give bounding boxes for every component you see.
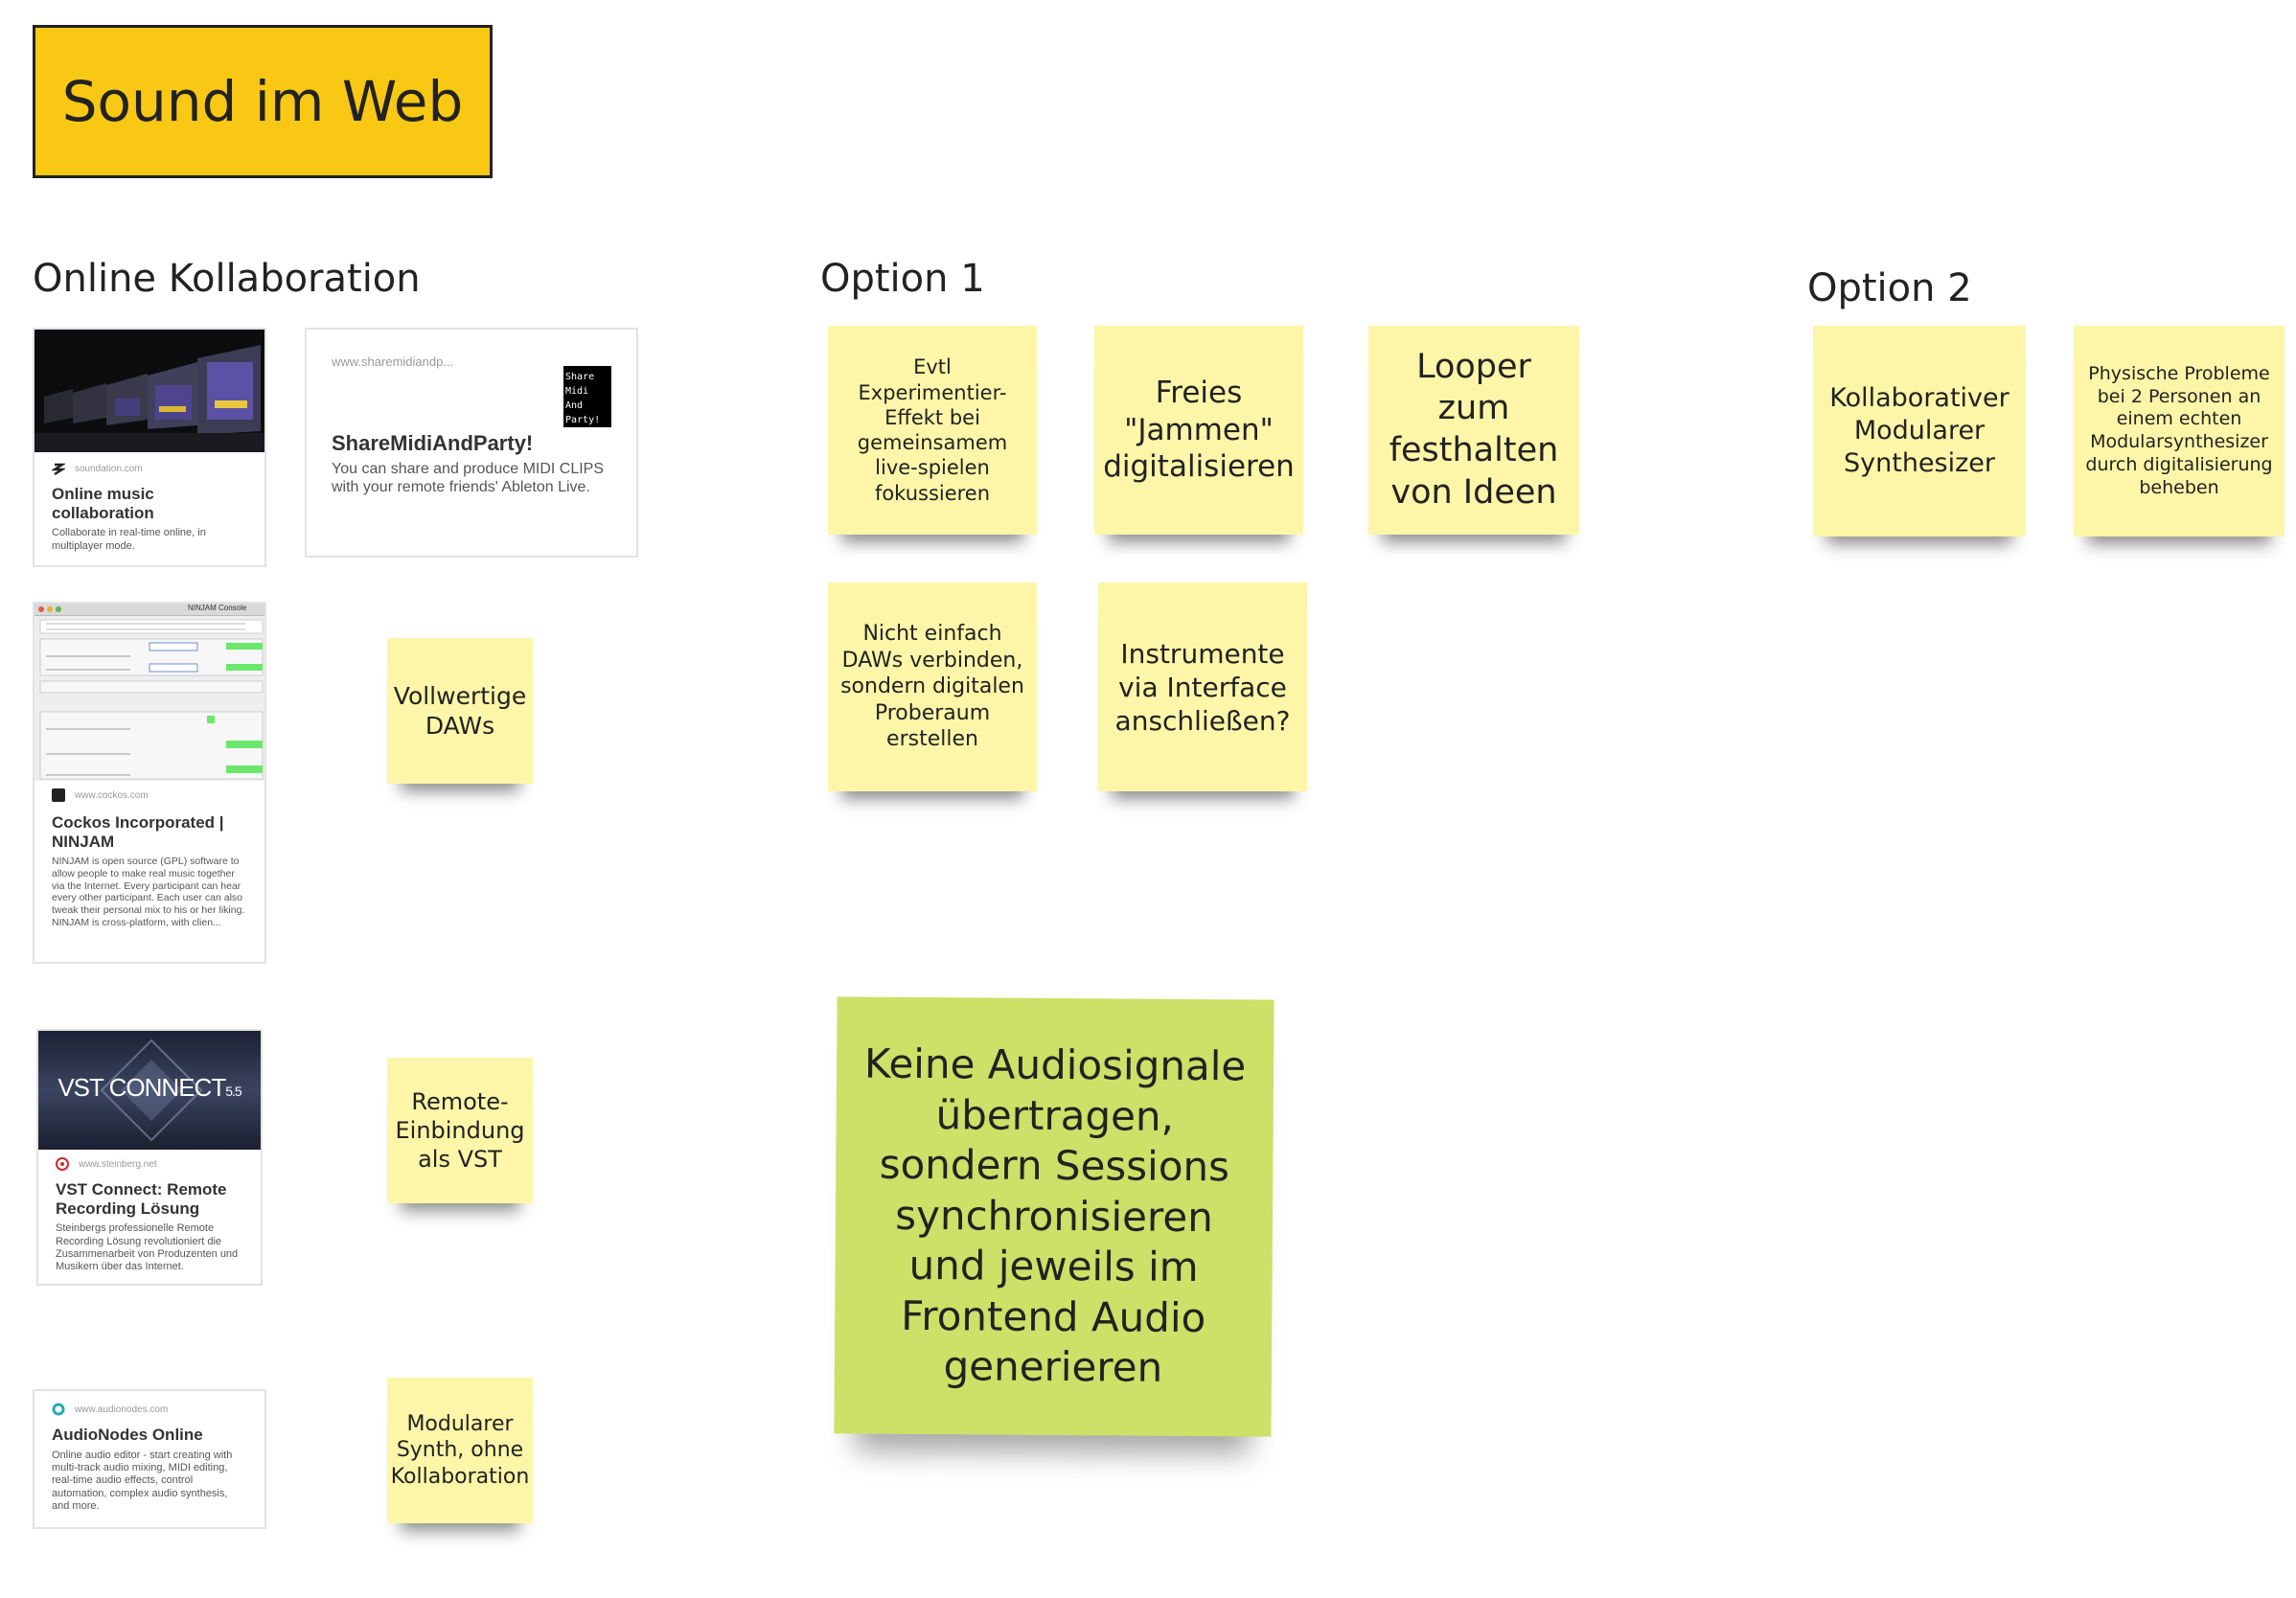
sticky-evtl-experimentier[interactable]: Evtl Experimentier-Effekt bei gemeinsame… [828, 326, 1037, 535]
sharemidi-desc: You can share and produce MIDI CLIPS wit… [332, 461, 605, 496]
soundation-domain-row: soundation.com [50, 462, 247, 476]
audionodes-favicon-icon [52, 1403, 65, 1416]
vst-domain-row: www.steinberg.net [56, 1157, 243, 1171]
soundation-title: Online music collaboration [52, 485, 154, 522]
link-card-vst-connect[interactable]: VST CONNECT5.5 www.steinberg.net VST Con… [36, 1029, 263, 1286]
link-card-soundation[interactable]: soundation.com Online music collaboratio… [33, 328, 266, 567]
sharemidi-title: ShareMidiAndParty! [332, 431, 534, 455]
sticky-modularer-synth[interactable]: Modularer Synth, ohne Kollaboration [387, 1378, 533, 1523]
sticky-freies-jammen[interactable]: Freies "Jammen" digitalisieren [1094, 326, 1303, 535]
heading-option-2: Option 2 [1807, 266, 1972, 310]
sticky-physische-probleme[interactable]: Physische Probleme bei 2 Personen an ein… [2074, 326, 2285, 536]
heading-online-kollaboration: Online Kollaboration [33, 257, 421, 301]
heading-option-1: Option 1 [820, 257, 985, 301]
sticky-remote-einbindung[interactable]: Remote-Einbindung als VST [387, 1058, 533, 1203]
ninjam-mixer-graphic [39, 619, 264, 780]
ninjam-desc: NINJAM is open source (GPL) software to … [52, 856, 245, 929]
audionodes-desc: Online audio editor - start creating wit… [52, 1449, 233, 1513]
cockos-favicon-icon [52, 788, 65, 802]
window-minimize-icon [47, 606, 53, 612]
vst-title: VST Connect: Remote Recording Lösung [56, 1180, 227, 1218]
ninjam-preview-image: NINJAM Console [34, 604, 264, 781]
vst-domain: www.steinberg.net [79, 1158, 157, 1170]
ninjam-domain-row: www.cockos.com [52, 788, 247, 802]
link-card-sharemidiandparty[interactable]: www.sharemidiandp... Share Midi And Part… [305, 328, 638, 558]
ninjam-domain: www.cockos.com [75, 789, 149, 801]
steinberg-favicon-icon [56, 1157, 69, 1171]
sharemidi-logo: Share Midi And Party! [563, 366, 611, 427]
link-card-ninjam[interactable]: NINJAM Console www.cockos.com Cockos Inc… [33, 602, 266, 964]
sticky-kollaborativer-synthesizer[interactable]: Kollaborativer Modularer Synthesizer [1813, 326, 2026, 536]
vst-desc: Steinbergs professionelle Remote Recordi… [56, 1222, 239, 1273]
board-title[interactable]: Sound im Web [33, 25, 493, 178]
sticky-looper[interactable]: Looper zum festhalten von Ideen [1368, 326, 1579, 535]
soundation-domain: soundation.com [75, 463, 143, 474]
ninjam-window-titlebar: NINJAM Console [34, 604, 264, 616]
ninjam-window-title: NINJAM Console [188, 604, 247, 612]
audionodes-title: AudioNodes Online [52, 1426, 203, 1444]
audionodes-domain: www.audionodes.com [75, 1404, 169, 1415]
window-close-icon [38, 606, 44, 612]
sharemidi-domain: www.sharemidiandp... [332, 354, 454, 369]
soundation-favicon-icon [50, 462, 67, 476]
sticky-instrumente[interactable]: Instrumente via Interface anschließen? [1098, 582, 1307, 791]
link-card-audionodes[interactable]: www.audionodes.com AudioNodes Online Onl… [33, 1389, 266, 1529]
soundation-preview-image [34, 330, 264, 452]
soundation-desc: Collaborate in real-time online, in mult… [52, 527, 206, 552]
window-zoom-icon [56, 606, 61, 612]
audionodes-domain-row: www.audionodes.com [52, 1403, 247, 1416]
sticky-keine-audiosignale[interactable]: Keine Audiosignale übertragen, sondern S… [834, 996, 1274, 1437]
vst-connect-image-text: VST CONNECT5.5 [57, 1073, 241, 1102]
sticky-nicht-einfach[interactable]: Nicht einfach DAWs verbinden, sondern di… [828, 582, 1037, 791]
sticky-vollwertige-daws[interactable]: Vollwertige DAWs [387, 638, 533, 784]
board-title-text: Sound im Web [61, 69, 464, 134]
ninjam-title: Cockos Incorporated | NINJAM [52, 813, 224, 851]
vst-connect-preview-image: VST CONNECT5.5 [38, 1031, 261, 1150]
